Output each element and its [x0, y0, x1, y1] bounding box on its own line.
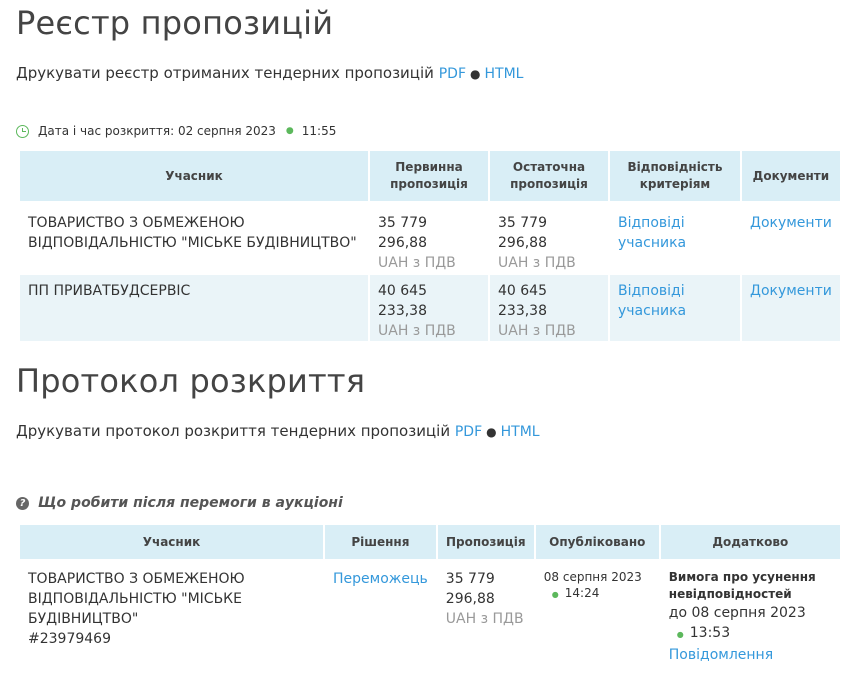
published-cell: 08 серпня 2023 ● 14:24 — [536, 561, 659, 665]
final-amount: 40 645 233,38 — [498, 283, 547, 319]
participant-name: ТОВАРИСТВО З ОБМЕЖЕНОЮ ВІДПОВІДАЛЬНІСТЮ … — [28, 571, 245, 627]
col-offer: Пропозиція — [437, 525, 534, 559]
col-decision: Рішення — [325, 525, 436, 559]
table-row: ПП ПРИВАТБУДСЕРВІС 40 645 233,38 UAH з П… — [20, 275, 840, 341]
additional-cell: Вимога про усунення невідповідностей до … — [661, 561, 840, 665]
documents-link[interactable]: Документи — [742, 275, 840, 341]
registry-table: Учасник Первинна пропозиція Остаточна пр… — [18, 149, 842, 343]
claim-time: 13:53 — [689, 625, 731, 641]
participant-name: ПП ПРИВАТБУДСЕРВІС — [20, 275, 368, 341]
col-participant: Учасник — [20, 151, 368, 201]
table-row: ТОВАРИСТВО З ОБМЕЖЕНОЮ ВІДПОВІДАЛЬНІСТЮ … — [20, 561, 840, 665]
initial-offer: 35 779 296,88 UAH з ПДВ — [370, 203, 488, 273]
col-documents: Документи — [742, 151, 840, 201]
bullet-separator: ● — [470, 67, 481, 81]
claim-title: Вимога про усунення невідповідностей — [668, 570, 816, 601]
opening-time: 11:55 — [301, 124, 337, 138]
col-initial-offer: Первинна пропозиція — [370, 151, 488, 201]
documents-link[interactable]: Документи — [742, 203, 840, 273]
final-amount: 35 779 296,88 — [498, 215, 547, 251]
criteria-answers-link[interactable]: Відповіді учасника — [610, 203, 740, 273]
final-offer: 40 645 233,38 UAH з ПДВ — [490, 275, 608, 341]
protocol-print-line: Друкувати протокол розкриття тендерних п… — [16, 422, 540, 440]
criteria-answers-link[interactable]: Відповіді учасника — [610, 275, 740, 341]
participant-id: #23979469 — [28, 631, 111, 647]
registry-print-text: Друкувати реєстр отриманих тендерних про… — [16, 64, 434, 82]
col-final-offer: Остаточна пропозиція — [490, 151, 608, 201]
col-additional: Додатково — [660, 525, 840, 559]
protocol-table: Учасник Рішення Пропозиція Опубліковано … — [18, 523, 842, 667]
protocol-pdf-link[interactable]: PDF — [455, 424, 482, 440]
table-row: ТОВАРИСТВО З ОБМЕЖЕНОЮ ВІДПОВІДАЛЬНІСТЮ … — [20, 203, 840, 273]
initial-unit: UAH з ПДВ — [378, 255, 456, 271]
notification-link[interactable]: Повідомлення — [669, 645, 832, 665]
initial-amount: 35 779 296,88 — [378, 215, 427, 251]
protocol-print-text: Друкувати протокол розкриття тендерних п… — [16, 422, 451, 440]
col-participant: Учасник — [20, 525, 323, 559]
claim-deadline: до 08 серпня 2023 — [668, 605, 806, 621]
col-criteria: Відповідність критеріям — [610, 151, 740, 201]
registry-print-line: Друкувати реєстр отриманих тендерних про… — [16, 64, 523, 82]
col-published: Опубліковано — [535, 525, 659, 559]
help-text: Що робити після перемоги в аукціоні — [38, 495, 343, 511]
dot-separator: ● — [285, 126, 294, 136]
decision-link[interactable]: Переможець — [325, 561, 436, 665]
final-unit: UAH з ПДВ — [498, 323, 576, 339]
protocol-title: Протокол розкриття — [16, 362, 366, 400]
offer-amount: 35 779 296,88 — [445, 571, 495, 607]
dot-separator: ● — [676, 630, 684, 639]
dot-separator: ● — [551, 590, 559, 599]
help-link[interactable]: ? Що робити після перемоги в аукціоні — [16, 495, 343, 511]
opening-date-label: Дата і час розкриття: 02 серпня 2023 — [38, 124, 276, 138]
published-date: 08 серпня 2023 — [543, 570, 642, 584]
offer-unit: UAH з ПДВ — [445, 611, 524, 627]
initial-amount: 40 645 233,38 — [378, 283, 427, 319]
question-icon: ? — [16, 496, 29, 510]
participant-name: ТОВАРИСТВО З ОБМЕЖЕНОЮ ВІДПОВІДАЛЬНІСТЮ … — [28, 215, 357, 251]
protocol-html-link[interactable]: HTML — [501, 424, 540, 440]
registry-title: Реєстр пропозицій — [16, 4, 334, 42]
offer-cell: 35 779 296,88 UAH з ПДВ — [438, 561, 534, 665]
opening-datetime: Дата і час розкриття: 02 серпня 2023 ● 1… — [16, 124, 336, 138]
initial-unit: UAH з ПДВ — [378, 323, 456, 339]
bullet-separator: ● — [486, 425, 497, 439]
final-unit: UAH з ПДВ — [498, 255, 576, 271]
initial-offer: 40 645 233,38 UAH з ПДВ — [370, 275, 488, 341]
final-offer: 35 779 296,88 UAH з ПДВ — [490, 203, 608, 273]
clock-icon — [16, 124, 29, 138]
published-time: 14:24 — [564, 586, 600, 600]
participant-cell: ТОВАРИСТВО З ОБМЕЖЕНОЮ ВІДПОВІДАЛЬНІСТЮ … — [20, 561, 323, 665]
registry-pdf-link[interactable]: PDF — [439, 66, 466, 82]
registry-html-link[interactable]: HTML — [484, 66, 523, 82]
